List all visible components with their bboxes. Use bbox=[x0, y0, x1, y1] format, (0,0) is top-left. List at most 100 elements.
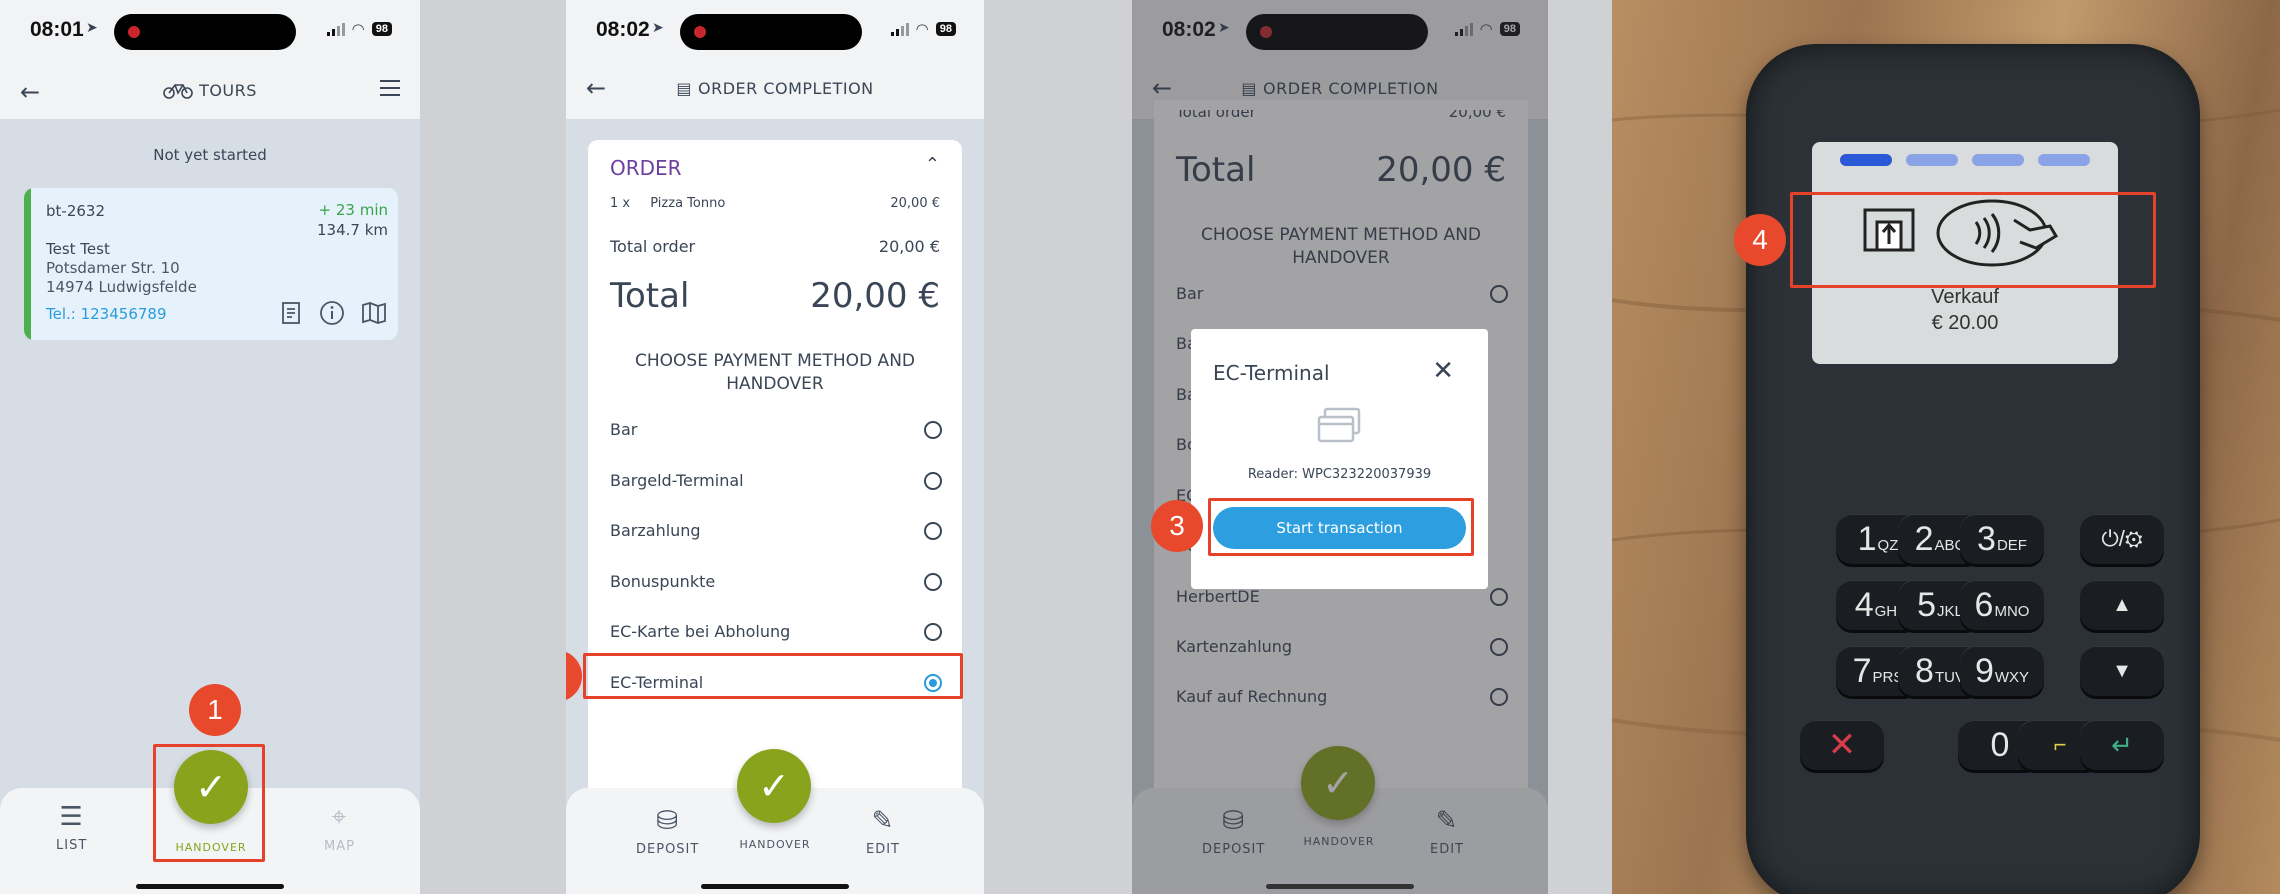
key-up[interactable]: ▲ bbox=[2080, 580, 2164, 630]
highlight-frame bbox=[583, 653, 963, 699]
page-title: ▤ ORDER COMPLETION bbox=[566, 79, 984, 98]
info-icon[interactable] bbox=[318, 299, 346, 327]
payment-method-row[interactable]: Bar bbox=[610, 420, 940, 439]
key-enter[interactable]: ↵ bbox=[2080, 720, 2164, 770]
chevron-up-icon[interactable]: ⌃ bbox=[925, 154, 940, 175]
key-digit: 3 bbox=[1977, 520, 1996, 558]
step-badge: 2 bbox=[566, 650, 582, 702]
key-digit: 0 bbox=[1990, 726, 2010, 764]
map-icon[interactable] bbox=[360, 300, 388, 326]
location-arrow-icon: ➤ bbox=[86, 19, 98, 35]
time-delta: + 23 min bbox=[318, 201, 388, 219]
key-9[interactable]: 9WXY bbox=[1960, 646, 2044, 696]
home-indicator bbox=[1266, 884, 1414, 889]
nav-title-text: TOURS bbox=[199, 81, 257, 100]
key-cancel[interactable]: ✕ bbox=[1800, 720, 1884, 770]
payment-method-row[interactable]: EC-Karte bei Abholung bbox=[610, 622, 940, 641]
payment-radio[interactable] bbox=[924, 421, 942, 439]
tab-list-label: LIST bbox=[56, 838, 88, 853]
enter-icon: ↵ bbox=[2111, 730, 2133, 760]
payment-method-row[interactable]: Barzahlung bbox=[610, 521, 940, 540]
key-letters: QZ bbox=[1877, 537, 1899, 554]
battery-icon: 98 bbox=[935, 22, 956, 36]
payment-method-row[interactable]: Bonuspunkte bbox=[610, 572, 940, 591]
key-letters: MNO bbox=[1994, 603, 2030, 620]
total-order-value: 20,00 € bbox=[878, 237, 940, 256]
step-badge: 4 bbox=[1734, 214, 1786, 266]
dynamic-island bbox=[114, 14, 296, 50]
progress-led bbox=[2038, 154, 2090, 166]
key-letters: WXY bbox=[1994, 669, 2030, 686]
total-order-row: Total order 20,00 € bbox=[610, 237, 940, 256]
receipt-icon[interactable] bbox=[278, 300, 304, 326]
payment-radio[interactable] bbox=[924, 623, 942, 641]
bicycle-icon bbox=[163, 84, 193, 99]
progress-led bbox=[1840, 154, 1892, 166]
highlight-frame bbox=[1208, 498, 1474, 556]
order-card: ORDER ⌃ 1 x Pizza Tonno 20,00 € Total or… bbox=[588, 140, 962, 820]
line-item: 1 x Pizza Tonno 20,00 € bbox=[610, 196, 940, 211]
key-letters: JKL bbox=[1937, 603, 1963, 620]
total-order-label: Total order bbox=[610, 237, 696, 256]
total-value: 20,00 € bbox=[810, 276, 940, 316]
progress-led bbox=[1906, 154, 1958, 166]
payment-radio[interactable] bbox=[924, 572, 942, 591]
payment-method-row[interactable]: Bargeld-Terminal bbox=[610, 471, 940, 490]
close-icon[interactable]: ✕ bbox=[1432, 356, 1454, 386]
step-badge: 3 bbox=[1151, 500, 1203, 552]
pencil-icon: ✎ bbox=[871, 806, 895, 836]
payment-method-label: Bargeld-Terminal bbox=[610, 470, 744, 490]
key-digit: 9 bbox=[1974, 652, 1994, 690]
distance: 134.7 km bbox=[316, 221, 388, 239]
highlight-frame bbox=[1790, 192, 2156, 288]
arrow-up-icon: ▲ bbox=[2112, 594, 2132, 616]
panel-gap bbox=[1548, 0, 1612, 894]
clear-icon: ⌐ bbox=[2053, 732, 2067, 757]
tab-map[interactable]: ⌖ MAP bbox=[324, 802, 355, 854]
page-title: TOURS bbox=[0, 81, 420, 100]
panel-gap bbox=[984, 0, 1132, 894]
payment-radio[interactable] bbox=[924, 471, 942, 490]
key-down[interactable]: ▼ bbox=[2080, 646, 2164, 696]
panel-terminal-dialog: 08:02 ➤ ◠ 98 ← ▤ ORDER COMPLETION Total o… bbox=[1132, 0, 1548, 894]
tab-map-label: MAP bbox=[324, 839, 355, 854]
screen-sale-label: Verkauf bbox=[1931, 286, 1999, 308]
hamburger-menu-icon[interactable] bbox=[380, 80, 400, 101]
highlight-frame bbox=[153, 744, 265, 862]
section-label: Not yet started bbox=[153, 146, 267, 164]
dynamic-island bbox=[680, 14, 862, 50]
payment-radio[interactable] bbox=[924, 522, 942, 540]
screen-amount: € 20.00 bbox=[1931, 312, 1999, 334]
status-stripe bbox=[24, 188, 31, 340]
home-indicator bbox=[136, 884, 284, 889]
key-power-settings[interactable]: ⏻/⚙ bbox=[2080, 514, 2164, 564]
tour-card[interactable]: bt-2632 + 23 min 134.7 km Test Test Pots… bbox=[24, 188, 398, 340]
tab-list[interactable]: ☰ LIST bbox=[56, 802, 87, 853]
total-row: Total 20,00 € bbox=[610, 276, 940, 316]
panel-gap bbox=[420, 0, 566, 894]
payment-heading: CHOOSE PAYMENT METHOD AND HANDOVER bbox=[634, 351, 915, 394]
key-6[interactable]: 6MNO bbox=[1960, 580, 2044, 630]
tab-deposit[interactable]: ⛁ DEPOSIT bbox=[636, 806, 699, 857]
location-arrow-icon: ➤ bbox=[652, 19, 664, 35]
line-item-qty: 1 x bbox=[610, 196, 631, 211]
payment-method-label: Bonuspunkte bbox=[610, 571, 716, 591]
customer-name: Test Test bbox=[46, 240, 110, 258]
tab-edit[interactable]: ✎ EDIT bbox=[866, 806, 900, 857]
status-bar: 08:02 ➤ ◠ 98 bbox=[566, 0, 984, 64]
nav-bar: ← ▤ ORDER COMPLETION bbox=[566, 60, 984, 120]
status-time: 08:02 bbox=[596, 18, 650, 41]
signal-icon bbox=[326, 22, 345, 36]
handover-button[interactable]: ✓ bbox=[737, 749, 811, 823]
key-digit: 1 bbox=[1857, 520, 1877, 558]
handover-label: HANDOVER bbox=[739, 838, 811, 851]
status-time: 08:01 bbox=[30, 18, 84, 41]
nav-bar: ← TOURS bbox=[0, 64, 420, 120]
wifi-icon: ◠ bbox=[351, 21, 365, 38]
power-gear-icon: ⏻/⚙ bbox=[2101, 526, 2143, 551]
key-digit: 4 bbox=[1854, 586, 1874, 624]
key-3[interactable]: 3DEF bbox=[1960, 514, 2044, 564]
wifi-icon: ◠ bbox=[915, 21, 929, 38]
customer-phone[interactable]: Tel.: 123456789 bbox=[46, 305, 167, 323]
map-pin-icon: ⌖ bbox=[331, 802, 348, 832]
